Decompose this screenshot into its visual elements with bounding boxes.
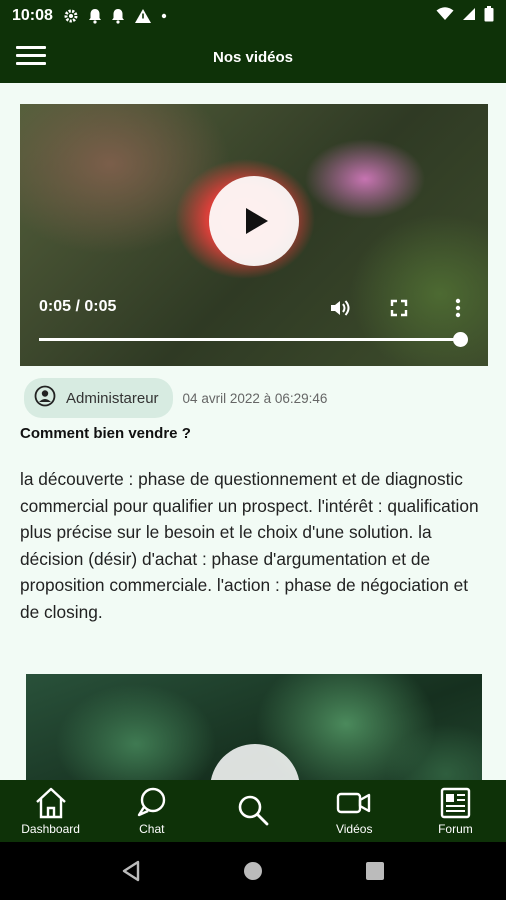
nav-label: Forum [438, 822, 473, 836]
notification-bell-icon [111, 8, 125, 24]
battery-icon [484, 5, 494, 27]
system-navigation-bar [0, 842, 506, 900]
nav-item-dashboard[interactable]: Dashboard [0, 780, 101, 842]
seek-bar[interactable] [39, 332, 468, 347]
home-icon [33, 784, 69, 822]
video-time: 0:05 / 0:05 [39, 298, 117, 315]
content-area[interactable]: 0:05 / 0:05 Administareur 04 avril 2022 … [0, 83, 506, 780]
recents-icon[interactable] [360, 856, 390, 886]
nav-label: Dashboard [21, 822, 80, 836]
author-name: Administareur [66, 389, 159, 407]
nav-item-chat[interactable]: Chat [101, 780, 202, 842]
bottom-navigation: Dashboard Chat Vidéos Forum [0, 780, 506, 842]
app-bar: Nos vidéos [0, 32, 506, 83]
warning-icon [134, 8, 152, 24]
status-bar: 10:08 [0, 0, 506, 32]
wifi-icon [436, 6, 454, 26]
post-body: la découverte : phase de questionnement … [20, 469, 479, 622]
video-player[interactable]: 0:05 / 0:05 [20, 104, 488, 366]
play-button[interactable] [209, 176, 299, 266]
settings-gear-icon [63, 8, 79, 24]
page-title: Nos vidéos [212, 49, 294, 66]
nav-label: Chat [139, 822, 165, 836]
nav-item-videos[interactable]: Vidéos [304, 780, 405, 842]
author-chip[interactable]: Administareur [24, 378, 173, 418]
home-circle-icon[interactable] [238, 856, 268, 886]
chat-icon [134, 784, 170, 822]
dot-icon [161, 13, 167, 19]
video-camera-icon [335, 784, 373, 822]
back-icon[interactable] [116, 856, 146, 886]
notification-bell-icon [88, 8, 102, 24]
post-title: Comment bien vendre ? [20, 425, 191, 442]
account-circle-icon [34, 385, 56, 412]
nav-label: Vidéos [335, 822, 373, 836]
seek-handle[interactable] [453, 332, 468, 347]
nav-item-search[interactable] [202, 780, 303, 842]
video-player[interactable] [26, 674, 482, 780]
newspaper-icon [437, 784, 473, 822]
search-icon [236, 784, 270, 836]
status-time: 10:08 [12, 7, 53, 24]
more-options-icon[interactable] [446, 296, 470, 320]
nav-item-forum[interactable]: Forum [405, 780, 506, 842]
volume-icon[interactable] [328, 296, 352, 320]
post-date: 04 avril 2022 à 06:29:46 [182, 390, 328, 406]
signal-icon [462, 7, 476, 26]
fullscreen-icon[interactable] [387, 296, 411, 320]
hamburger-menu-icon[interactable] [16, 46, 46, 68]
